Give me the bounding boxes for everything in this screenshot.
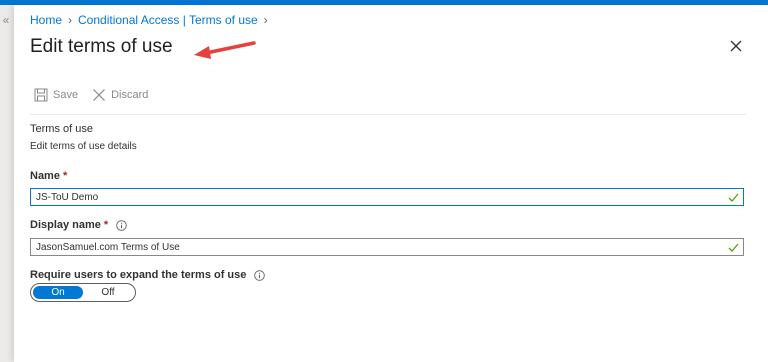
toggle-off-option[interactable]: Off [83,286,133,299]
annotation-arrow-icon [194,41,256,59]
save-label: Save [53,89,79,101]
edit-panel: Home › Conditional Access | Terms of use… [14,5,768,362]
name-field[interactable]: JS-ToU Demo [30,188,744,206]
section-title: Terms of use [30,123,93,135]
breadcrumb-conditional-access[interactable]: Conditional Access | Terms of use [78,13,258,27]
display-name-field-value: JasonSamuel.com Terms of Use [36,241,180,253]
name-field-value: JS-ToU Demo [36,191,99,203]
save-icon [34,88,48,102]
discard-button[interactable]: Discard [92,88,148,102]
close-icon [93,89,106,101]
command-bar: Save Discard [34,86,162,104]
close-icon[interactable] [728,38,744,54]
breadcrumb: Home › Conditional Access | Terms of use… [30,13,274,27]
save-button[interactable]: Save [34,88,78,102]
display-name-label-text: Display name [30,219,101,231]
require-expand-label-text: Require users to expand the terms of use [30,269,247,281]
collapse-icon[interactable]: « [0,13,12,27]
require-expand-toggle[interactable]: On Off [30,283,136,302]
checkmark-icon [728,243,739,252]
page-title: Edit terms of use [30,36,173,57]
name-label: Name * [30,170,67,182]
divider [30,114,746,115]
name-label-text: Name [30,170,60,182]
section-subtitle: Edit terms of use details [30,141,137,152]
toggle-on-option[interactable]: On [33,286,83,299]
require-expand-label: Require users to expand the terms of use [30,269,266,281]
info-icon[interactable] [254,269,266,281]
breadcrumb-home[interactable]: Home [30,13,62,27]
display-name-field[interactable]: JasonSamuel.com Terms of Use [30,238,744,256]
checkmark-icon [728,193,739,202]
chevron-right-icon: › [68,13,73,27]
required-marker: * [103,219,109,231]
left-strip: « [0,5,14,362]
info-icon[interactable] [116,219,127,231]
display-name-label: Display name * [30,219,127,231]
chevron-right-icon: › [263,13,268,27]
discard-label: Discard [111,89,149,101]
required-marker: * [62,170,68,182]
